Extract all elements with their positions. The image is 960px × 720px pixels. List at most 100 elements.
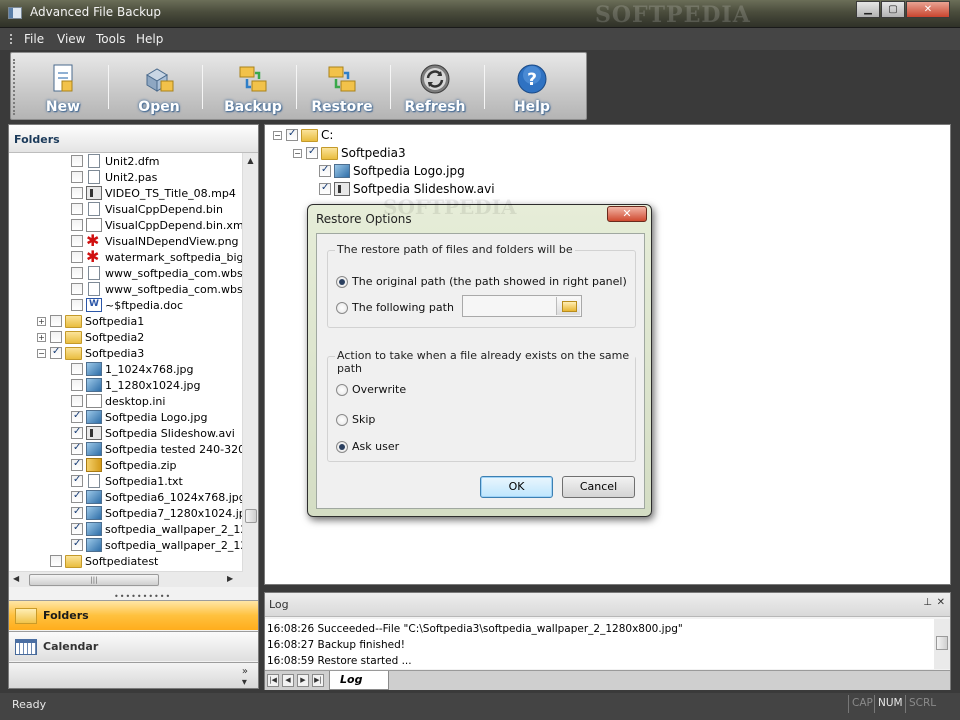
tree-checkbox[interactable] [71,522,83,535]
collapse-icon[interactable]: − [293,148,302,158]
dialog-close-button[interactable]: ✕ [607,206,647,222]
scroll-right-icon[interactable]: ▶ [227,574,233,583]
new-button[interactable]: New [17,55,109,119]
tree-file[interactable]: 1_1280x1024.jpg [71,377,201,393]
folder-tree-hscrollbar[interactable]: ◀ ||| ▶ [9,571,243,587]
tree-file[interactable]: Softpedia Logo.jpg [71,409,207,425]
tree-file[interactable]: 1_1024x768.jpg [71,361,194,377]
scroll-thumb[interactable] [245,509,257,523]
radio-ask-user[interactable] [336,440,348,453]
tree-checkbox[interactable] [286,128,298,141]
tree-checkbox[interactable] [71,235,83,247]
restore-button[interactable]: Restore [296,55,388,119]
tree-checkbox[interactable] [71,267,83,279]
radio-skip[interactable] [336,413,348,426]
tree-checkbox[interactable] [71,251,83,263]
expand-icon[interactable]: + [37,332,46,342]
tree-file[interactable]: Softpedia Logo.jpg [319,163,465,179]
tree-checkbox[interactable] [71,410,83,423]
ok-button[interactable]: OK [480,476,553,498]
tree-folder[interactable]: − Softpedia3 [37,345,144,361]
option-overwrite[interactable]: Overwrite [336,383,406,396]
tree-file[interactable]: Unit2.pas [71,169,157,185]
open-button[interactable]: Open [113,55,205,119]
folder-tree[interactable]: Unit2.dfm Unit2.pas VIDEO_TS_Title_08.mp4 V… [9,153,243,587]
cancel-button[interactable]: Cancel [562,476,635,498]
scroll-thumb[interactable] [936,636,948,650]
backup-button[interactable]: Backup [207,55,299,119]
close-icon[interactable]: ✕ [937,597,945,608]
maximize-button[interactable]: ▢ [881,1,905,18]
scroll-thumb[interactable]: ||| [29,574,159,586]
tree-checkbox[interactable] [319,182,331,195]
browse-folder-icon[interactable] [556,297,580,315]
option-following-path[interactable]: The following path [336,301,454,314]
tree-checkbox[interactable] [319,164,331,177]
tree-checkbox[interactable] [50,315,62,327]
radio-following-path[interactable] [336,301,348,314]
menu-tools[interactable]: Tools [96,32,126,46]
next-tab-icon[interactable]: ▶ [297,674,309,687]
prev-tab-icon[interactable]: ◀ [282,674,294,687]
tree-checkbox[interactable] [71,490,83,503]
restore-path-field[interactable] [462,295,582,317]
option-ask-user[interactable]: Ask user [336,440,399,453]
tree-file[interactable]: softpedia_wallpaper_2_1280 [71,537,243,553]
tree-file[interactable]: softpedia_wallpaper_2_1280 [71,521,243,537]
tree-checkbox[interactable] [71,426,83,439]
tree-folder[interactable]: + Softpedia1 [37,313,144,329]
menu-view[interactable]: View [57,32,85,46]
tree-folder[interactable]: − Softpedia3 [293,145,406,161]
tree-file[interactable]: Softpedia tested 240-320.jpg [71,441,243,457]
tree-checkbox[interactable] [71,283,83,295]
refresh-button[interactable]: Refresh [389,55,481,119]
option-skip[interactable]: Skip [336,413,375,426]
tree-file[interactable]: Softpedia1.txt [71,473,183,489]
first-tab-icon[interactable]: |◀ [267,674,279,687]
tree-file[interactable]: Softpedia7_1280x1024.jpg [71,505,243,521]
tree-checkbox[interactable] [50,331,62,343]
tree-file[interactable]: VIDEO_TS_Title_08.mp4 [71,185,236,201]
tree-checkbox[interactable] [71,219,83,231]
toolbar-grip[interactable] [13,59,16,115]
menu-file[interactable]: File [24,32,44,46]
scroll-left-icon[interactable]: ◀ [13,574,19,583]
log-scrollbar[interactable] [934,619,950,669]
radio-original-path[interactable] [336,275,348,288]
tree-file[interactable]: ~$ftpedia.doc [71,297,183,313]
tree-checkbox[interactable] [71,442,83,455]
tree-file[interactable]: VisualCppDepend.bin [71,201,223,217]
tree-checkbox[interactable] [71,474,83,487]
tab-log[interactable]: Log [329,671,389,690]
tree-checkbox[interactable] [71,299,83,311]
tree-checkbox[interactable] [71,363,83,375]
close-button[interactable]: ✕ [906,1,950,18]
menu-grip[interactable] [10,34,12,44]
tree-folder[interactable]: − C: [273,127,333,143]
tree-folder[interactable]: + Softpedia2 [37,329,144,345]
tree-checkbox[interactable] [71,506,83,519]
collapse-icon[interactable]: − [273,130,282,140]
expand-icon[interactable]: + [37,316,46,326]
last-tab-icon[interactable]: ▶| [312,674,324,687]
chevron-more-icon[interactable]: » ▾ [242,666,248,688]
tree-file[interactable]: www_softpedia_com.wbsp [71,281,243,297]
restore-path-input[interactable] [463,296,557,316]
tree-file[interactable]: www_softpedia_com.wbs [71,265,243,281]
tree-checkbox[interactable] [50,555,62,567]
tree-checkbox[interactable] [71,171,83,183]
tree-checkbox[interactable] [71,155,83,167]
tree-checkbox[interactable] [71,395,83,407]
tree-checkbox[interactable] [306,146,318,159]
tree-file[interactable]: watermark_softpedia_big.pn [71,247,243,266]
tree-checkbox[interactable] [71,379,83,391]
tree-checkbox[interactable] [50,346,62,359]
option-original-path[interactable]: The original path (the path showed in ri… [336,275,627,288]
menu-help[interactable]: Help [136,32,163,46]
nav-folders-button[interactable]: Folders [9,600,258,630]
pin-icon[interactable]: ⊥ [923,597,932,608]
tree-folder[interactable]: Softpediatest [37,553,158,569]
radio-overwrite[interactable] [336,383,348,396]
tree-checkbox[interactable] [71,187,83,199]
scroll-up-icon[interactable]: ▲ [243,153,258,168]
